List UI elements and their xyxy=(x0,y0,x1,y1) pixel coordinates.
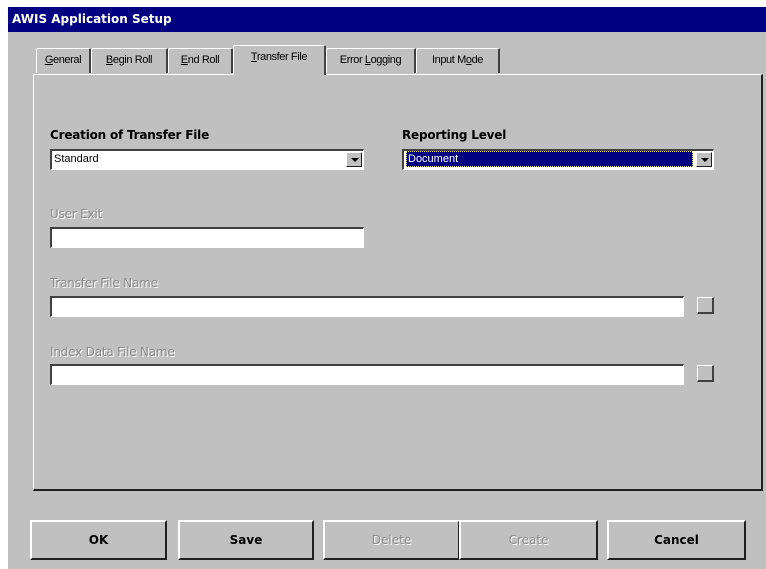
tab-transfer-file-label: ransfer File xyxy=(256,51,308,63)
reporting-level-dropdown-button[interactable] xyxy=(696,152,712,167)
ok-button[interactable]: OK xyxy=(30,520,167,560)
tab-error-logging-label-pre: Error xyxy=(339,54,365,66)
reporting-level-label: Reporting Level xyxy=(402,128,507,142)
create-button[interactable]: Create xyxy=(459,520,598,560)
tab-input-mode[interactable]: Input Mode xyxy=(416,48,500,73)
tab-error-logging[interactable]: Error Logging xyxy=(326,48,416,73)
tab-general[interactable]: General xyxy=(36,48,91,73)
tab-end-roll[interactable]: End Roll xyxy=(168,48,233,73)
tab-end-roll-mnemonic: E xyxy=(180,54,188,66)
tab-begin-roll[interactable]: Begin Roll xyxy=(91,48,168,73)
creation-value: Standard xyxy=(54,153,99,165)
tab-error-logging-label: ogging xyxy=(370,54,402,66)
tab-input-mode-label-pre: Input M xyxy=(431,54,466,66)
tab-general-mnemonic: G xyxy=(44,54,54,66)
tab-begin-roll-label: egin Roll xyxy=(112,54,153,66)
tab-panel: Creation of Transfer File Standard Repor… xyxy=(33,74,763,491)
reporting-level-value: Document xyxy=(406,151,693,167)
index-data-file-name-field[interactable] xyxy=(50,364,684,385)
app-window: AWIS Application Setup General Begin Rol… xyxy=(8,7,766,569)
creation-label: Creation of Transfer File xyxy=(50,128,210,142)
tab-general-label: eneral xyxy=(52,54,82,66)
cancel-button[interactable]: Cancel xyxy=(607,520,746,560)
title-bar: AWIS Application Setup xyxy=(8,7,766,32)
tab-begin-roll-mnemonic: B xyxy=(105,54,113,66)
tab-transfer-file[interactable]: Transfer File xyxy=(233,45,326,75)
transfer-file-name-field[interactable] xyxy=(50,296,684,317)
creation-select[interactable]: Standard xyxy=(50,149,364,170)
index-data-file-browse-button[interactable] xyxy=(697,365,714,382)
chevron-down-icon xyxy=(351,158,359,162)
index-data-file-name-label: Index Data File Name xyxy=(50,345,175,359)
transfer-file-browse-button[interactable] xyxy=(697,297,714,314)
transfer-file-name-label: Transfer File Name xyxy=(50,276,158,290)
user-exit-field[interactable] xyxy=(50,227,364,248)
user-exit-label: User Exit xyxy=(50,207,103,221)
creation-dropdown-button[interactable] xyxy=(346,152,362,167)
chevron-down-icon xyxy=(701,158,709,162)
delete-button[interactable]: Delete xyxy=(323,520,460,560)
window-title: AWIS Application Setup xyxy=(12,12,172,26)
tab-input-mode-label: de xyxy=(471,54,484,66)
tab-end-roll-label: nd Roll xyxy=(187,54,220,66)
reporting-level-select[interactable]: Document xyxy=(402,149,714,170)
save-button[interactable]: Save xyxy=(178,520,314,560)
